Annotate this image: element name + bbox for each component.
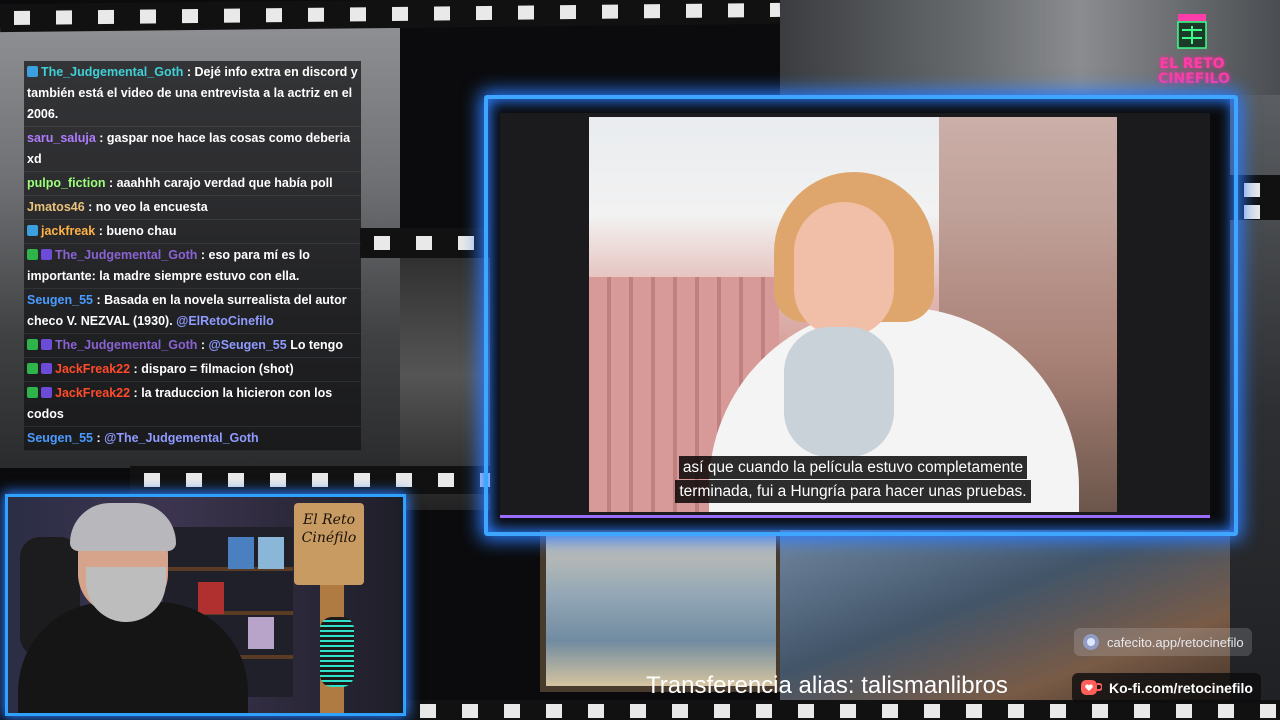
prime-badge-icon: [27, 225, 38, 236]
film-strip-mid: [360, 228, 490, 258]
video-player[interactable]: [589, 117, 1117, 512]
chat-message: The_Judgemental_Goth : @Seugen_55 Lo ten…: [24, 334, 361, 358]
chat-message: The_Judgemental_Goth : eso para mí es lo…: [24, 244, 361, 289]
chat-text: aaahhh carajo verdad que había poll: [116, 176, 333, 190]
chat-username[interactable]: JackFreak22: [55, 386, 130, 400]
chat-message: Seugen_55 : Basada en la novela surreali…: [24, 289, 361, 334]
chat-username[interactable]: pulpo_fiction: [27, 176, 105, 190]
chat-message: saru_saluja : gaspar noe hace las cosas …: [24, 127, 361, 172]
chat-message: Jmatos46 : no veo la encuesta: [24, 196, 361, 220]
webcam-sign: El Reto Cinéfilo: [294, 503, 364, 585]
clapperboard-icon: [1177, 14, 1207, 49]
cafecito-link[interactable]: cafecito.app/retocinefilo: [1074, 628, 1252, 656]
webcam-person-hair: [70, 503, 176, 551]
prime-badge-icon: [27, 66, 38, 77]
sub-badge-icon: [41, 363, 52, 374]
microphone-icon: [320, 617, 354, 687]
chat-message: jackfreak : bueno chau: [24, 220, 361, 244]
coffee-cup-icon: [1083, 634, 1099, 650]
webcam-poster: [258, 537, 284, 569]
cafecito-label: cafecito.app/retocinefilo: [1107, 634, 1244, 650]
sub-badge-icon: [41, 387, 52, 398]
bg-photo-beach: [540, 530, 782, 692]
chat-text: bueno chau: [106, 224, 177, 238]
chat-message: The_Judgemental_Goth : Dejé info extra e…: [24, 61, 361, 127]
webcam-poster: [198, 582, 224, 614]
chat-username[interactable]: saru_saluja: [27, 131, 96, 145]
mod-badge-icon: [27, 339, 38, 350]
chat-text: no veo la encuesta: [95, 200, 208, 214]
webcam-poster: [248, 617, 274, 649]
chat-mention[interactable]: @ElRetoCinefilo: [176, 314, 274, 328]
subtitle-line-1: así que cuando la película estuvo comple…: [678, 456, 1028, 479]
chat-panel: The_Judgemental_Goth : Dejé info extra e…: [24, 61, 361, 451]
chat-message: JackFreak22 : disparo = filmacion (shot): [24, 358, 361, 382]
chat-username[interactable]: Seugen_55: [27, 431, 93, 445]
webcam-poster: [228, 537, 254, 569]
chat-message: JackFreak22 : la traduccion la hicieron …: [24, 382, 361, 427]
chat-text: disparo = filmacion (shot): [141, 362, 294, 376]
video-face: [794, 202, 894, 337]
chat-username[interactable]: The_Judgemental_Goth: [55, 338, 197, 352]
film-strip-lower: [130, 466, 490, 494]
sub-badge-icon: [41, 249, 52, 260]
video-subtitle: así que cuando la película estuvo comple…: [589, 456, 1117, 504]
film-strip-top: [0, 0, 781, 33]
mod-badge-icon: [27, 387, 38, 398]
transfer-alias-text: Transferencia alias: talismanlibros: [646, 672, 1008, 699]
mod-badge-icon: [27, 249, 38, 260]
channel-logo: EL RETO CINEFILO: [1158, 8, 1230, 87]
subtitle-line-2: terminada, fui a Hungría para hacer unas…: [675, 480, 1031, 503]
chat-username[interactable]: jackfreak: [41, 224, 95, 238]
chat-username[interactable]: The_Judgemental_Goth: [55, 248, 197, 262]
mod-badge-icon: [27, 363, 38, 374]
chat-message: pulpo_fiction : aaahhh carajo verdad que…: [24, 172, 361, 196]
kofi-heart-icon: [1081, 680, 1102, 695]
chat-message: Seugen_55 : @The_Judgemental_Goth: [24, 427, 361, 451]
video-scarf: [784, 327, 894, 457]
sub-badge-icon: [41, 339, 52, 350]
kofi-link[interactable]: Ko-fi.com/retocinefilo: [1072, 673, 1261, 703]
chat-username[interactable]: The_Judgemental_Goth: [41, 65, 183, 79]
kofi-label: Ko-fi.com/retocinefilo: [1109, 680, 1253, 696]
film-strip-bottom: [406, 700, 1280, 720]
chat-text: Lo tengo: [290, 338, 343, 352]
chat-mention[interactable]: @Seugen_55: [209, 338, 287, 352]
webcam-feed: El Reto Cinéfilo: [5, 494, 406, 716]
chat-mention[interactable]: @The_Judgemental_Goth: [104, 431, 259, 445]
logo-text: EL RETO CINEFILO: [1158, 56, 1230, 87]
chat-username[interactable]: Seugen_55: [27, 293, 93, 307]
chat-username[interactable]: Jmatos46: [27, 200, 85, 214]
chat-username[interactable]: JackFreak22: [55, 362, 130, 376]
